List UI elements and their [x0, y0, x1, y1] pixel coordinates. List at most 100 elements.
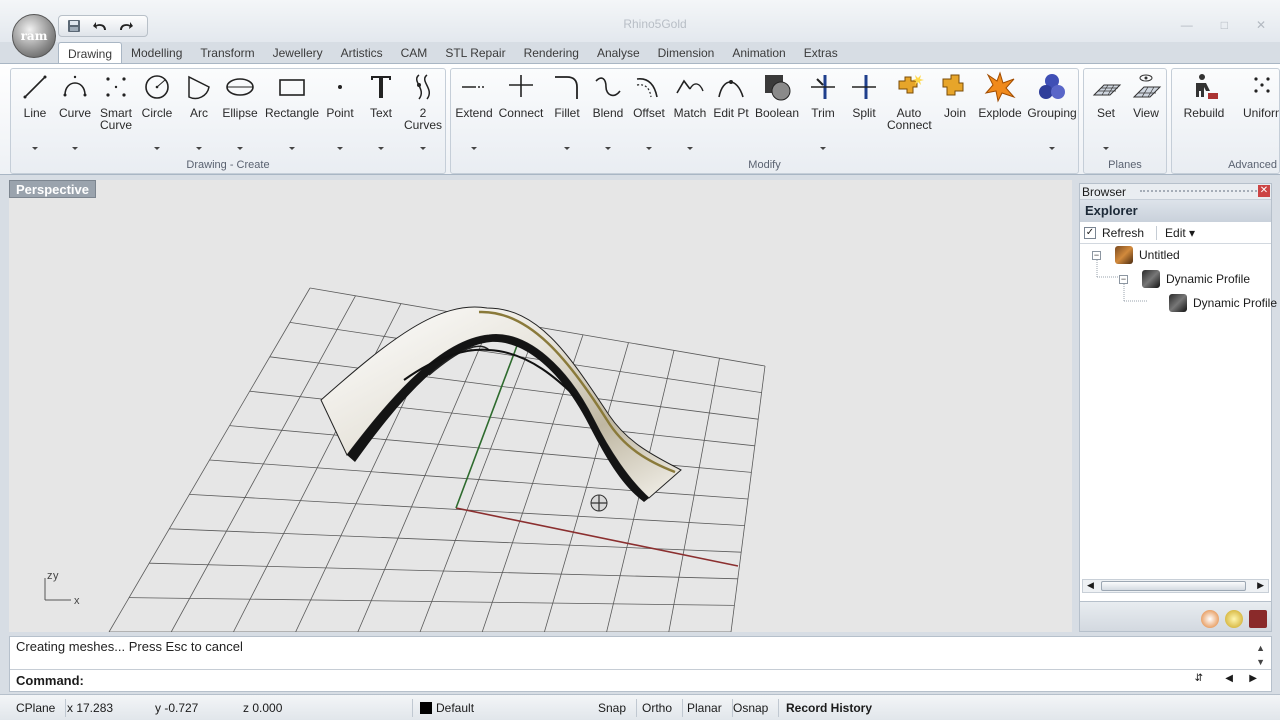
command-input[interactable] [84, 672, 1164, 690]
maximize-icon[interactable]: □ [1221, 18, 1228, 32]
viewport-title[interactable]: Perspective [9, 180, 96, 198]
tab-cam[interactable]: CAM [392, 42, 437, 64]
command-resize-icon[interactable]: ⇵ [1195, 673, 1203, 684]
dropdown-arrow-icon[interactable] [337, 147, 343, 150]
app-menu-button[interactable]: ram [12, 14, 56, 58]
trim-tool-button[interactable]: Trim [801, 71, 845, 150]
dropdown-arrow-icon[interactable] [820, 147, 826, 150]
ortho-toggle[interactable]: Ortho [642, 699, 684, 717]
blend-tool-button[interactable]: Blend [586, 71, 630, 150]
minimize-icon[interactable]: — [1181, 18, 1193, 32]
dropdown-arrow-icon[interactable] [687, 147, 693, 150]
collapse-icon[interactable]: − [1119, 275, 1128, 284]
point-tool-button[interactable]: Point [318, 71, 362, 150]
edit-menu[interactable]: Edit ▾ [1156, 225, 1195, 240]
book-icon[interactable] [1249, 610, 1267, 628]
edit-point-tool-button[interactable]: Edit Pt [709, 71, 753, 119]
rectangle-tool-button[interactable]: Rectangle [265, 71, 319, 150]
match-tool-button[interactable]: Match [668, 71, 712, 150]
ellipse-tool-button[interactable]: Ellipse [218, 71, 262, 150]
history-scroll-up-icon[interactable]: ▲ [1256, 643, 1265, 653]
text-tool-button[interactable]: Text [359, 71, 403, 150]
set-plane-tool-button[interactable]: Set [1084, 71, 1128, 150]
drag-handle[interactable] [1140, 190, 1257, 194]
history-scroll-down-icon[interactable]: ▼ [1256, 657, 1265, 667]
tree-node-untitled[interactable]: Untitled [1115, 246, 1180, 264]
layer-status[interactable]: Default [420, 699, 474, 717]
fillet-tool-button[interactable]: Fillet [545, 71, 589, 150]
tab-modelling[interactable]: Modelling [122, 42, 191, 64]
dropdown-arrow-icon[interactable] [154, 147, 160, 150]
explode-tool-button[interactable]: Explode [975, 71, 1025, 119]
horizontal-scrollbar[interactable]: ◀ ▶ [1082, 579, 1269, 593]
auto-connect-tool-button[interactable]: Auto Connect [887, 71, 932, 131]
tree-node-dynamic-profile[interactable]: Dynamic Profile [1142, 270, 1250, 288]
offset-tool-button[interactable]: Offset [627, 71, 671, 150]
tab-extras[interactable]: Extras [795, 42, 847, 64]
dropdown-arrow-icon[interactable] [196, 147, 202, 150]
cplane-status[interactable]: CPlane [16, 699, 67, 717]
tab-transform[interactable]: Transform [191, 42, 263, 64]
perspective-viewport[interactable]: z y x Perspective [9, 180, 1072, 632]
speed-gauge-icon[interactable] [1201, 610, 1219, 628]
tool-label: Uniform [1242, 106, 1279, 120]
scroll-thumb[interactable] [1101, 581, 1246, 591]
refresh-checkbox[interactable]: ✓ [1084, 226, 1096, 239]
browser-panel: Browser ✕ Explorer ✓ Refresh Edit ▾ − Un… [1079, 183, 1277, 632]
extend-tool-button[interactable]: Extend [451, 71, 497, 150]
tab-animation[interactable]: Animation [723, 42, 794, 64]
dropdown-arrow-icon[interactable] [72, 147, 78, 150]
smart-curve-tool-button[interactable]: Smart Curve [94, 71, 138, 131]
circle-tool-button[interactable]: Circle [135, 71, 179, 150]
tree-node-dynamic-profile-child[interactable]: Dynamic Profile [1169, 294, 1277, 312]
dropdown-arrow-icon[interactable] [237, 147, 243, 150]
two-curves-tool-button[interactable]: 2 Curves [401, 71, 445, 150]
save-icon[interactable] [65, 18, 83, 34]
tree-node-label: Untitled [1139, 248, 1180, 262]
grouping-tool-button[interactable]: Grouping [1027, 71, 1077, 150]
close-icon[interactable]: ✕ [1256, 18, 1266, 32]
dropdown-arrow-icon[interactable] [471, 147, 477, 150]
planar-toggle[interactable]: Planar [687, 699, 733, 717]
dropdown-arrow-icon[interactable] [1049, 147, 1055, 150]
scroll-left-icon[interactable]: ◀ [1087, 580, 1094, 591]
tab-analyse[interactable]: Analyse [588, 42, 649, 64]
tab-drawing[interactable]: Drawing [58, 42, 123, 64]
uniform-tool-button[interactable]: Uniform [1234, 71, 1279, 120]
curve-tool-button[interactable]: Curve [53, 71, 97, 150]
arc-tool-button[interactable]: Arc [177, 71, 221, 150]
dropdown-arrow-icon[interactable] [378, 147, 384, 150]
collapse-icon[interactable]: − [1092, 251, 1101, 260]
command-next-icon[interactable]: ▶ [1249, 673, 1257, 684]
dropdown-arrow-icon[interactable] [1103, 147, 1109, 150]
line-tool-button[interactable]: Line [13, 71, 57, 150]
undo-icon[interactable] [91, 18, 109, 34]
scroll-right-icon[interactable]: ▶ [1257, 580, 1264, 591]
dynamic-profile-surface[interactable] [320, 306, 682, 502]
tab-dimension[interactable]: Dimension [649, 42, 724, 64]
command-prev-icon[interactable]: ◀ [1225, 673, 1233, 684]
refresh-label[interactable]: Refresh [1102, 226, 1144, 240]
dropdown-arrow-icon[interactable] [32, 147, 38, 150]
tab-rendering[interactable]: Rendering [515, 42, 588, 64]
tab-stl-repair[interactable]: STL Repair [436, 42, 514, 64]
dropdown-arrow-icon[interactable] [646, 147, 652, 150]
tab-jewellery[interactable]: Jewellery [264, 42, 332, 64]
dropdown-arrow-icon[interactable] [564, 147, 570, 150]
record-history-toggle[interactable]: Record History [786, 699, 872, 717]
redo-icon[interactable] [117, 18, 135, 34]
tab-artistics[interactable]: Artistics [332, 42, 392, 64]
close-panel-icon[interactable]: ✕ [1258, 185, 1270, 197]
boolean-tool-button[interactable]: Boolean [753, 71, 801, 119]
rebuild-tool-button[interactable]: Rebuild [1174, 71, 1234, 119]
dropdown-arrow-icon[interactable] [420, 147, 426, 150]
snap-toggle[interactable]: Snap [598, 699, 638, 717]
dropdown-arrow-icon[interactable] [289, 147, 295, 150]
join-tool-button[interactable]: Join [933, 71, 977, 119]
dropdown-arrow-icon[interactable] [605, 147, 611, 150]
split-tool-button[interactable]: Split [842, 71, 886, 119]
osnap-toggle[interactable]: Osnap [733, 699, 780, 717]
light-bulb-icon[interactable] [1225, 610, 1243, 628]
view-plane-tool-button[interactable]: View [1124, 71, 1166, 119]
connect-tool-button[interactable]: Connect [497, 71, 545, 119]
